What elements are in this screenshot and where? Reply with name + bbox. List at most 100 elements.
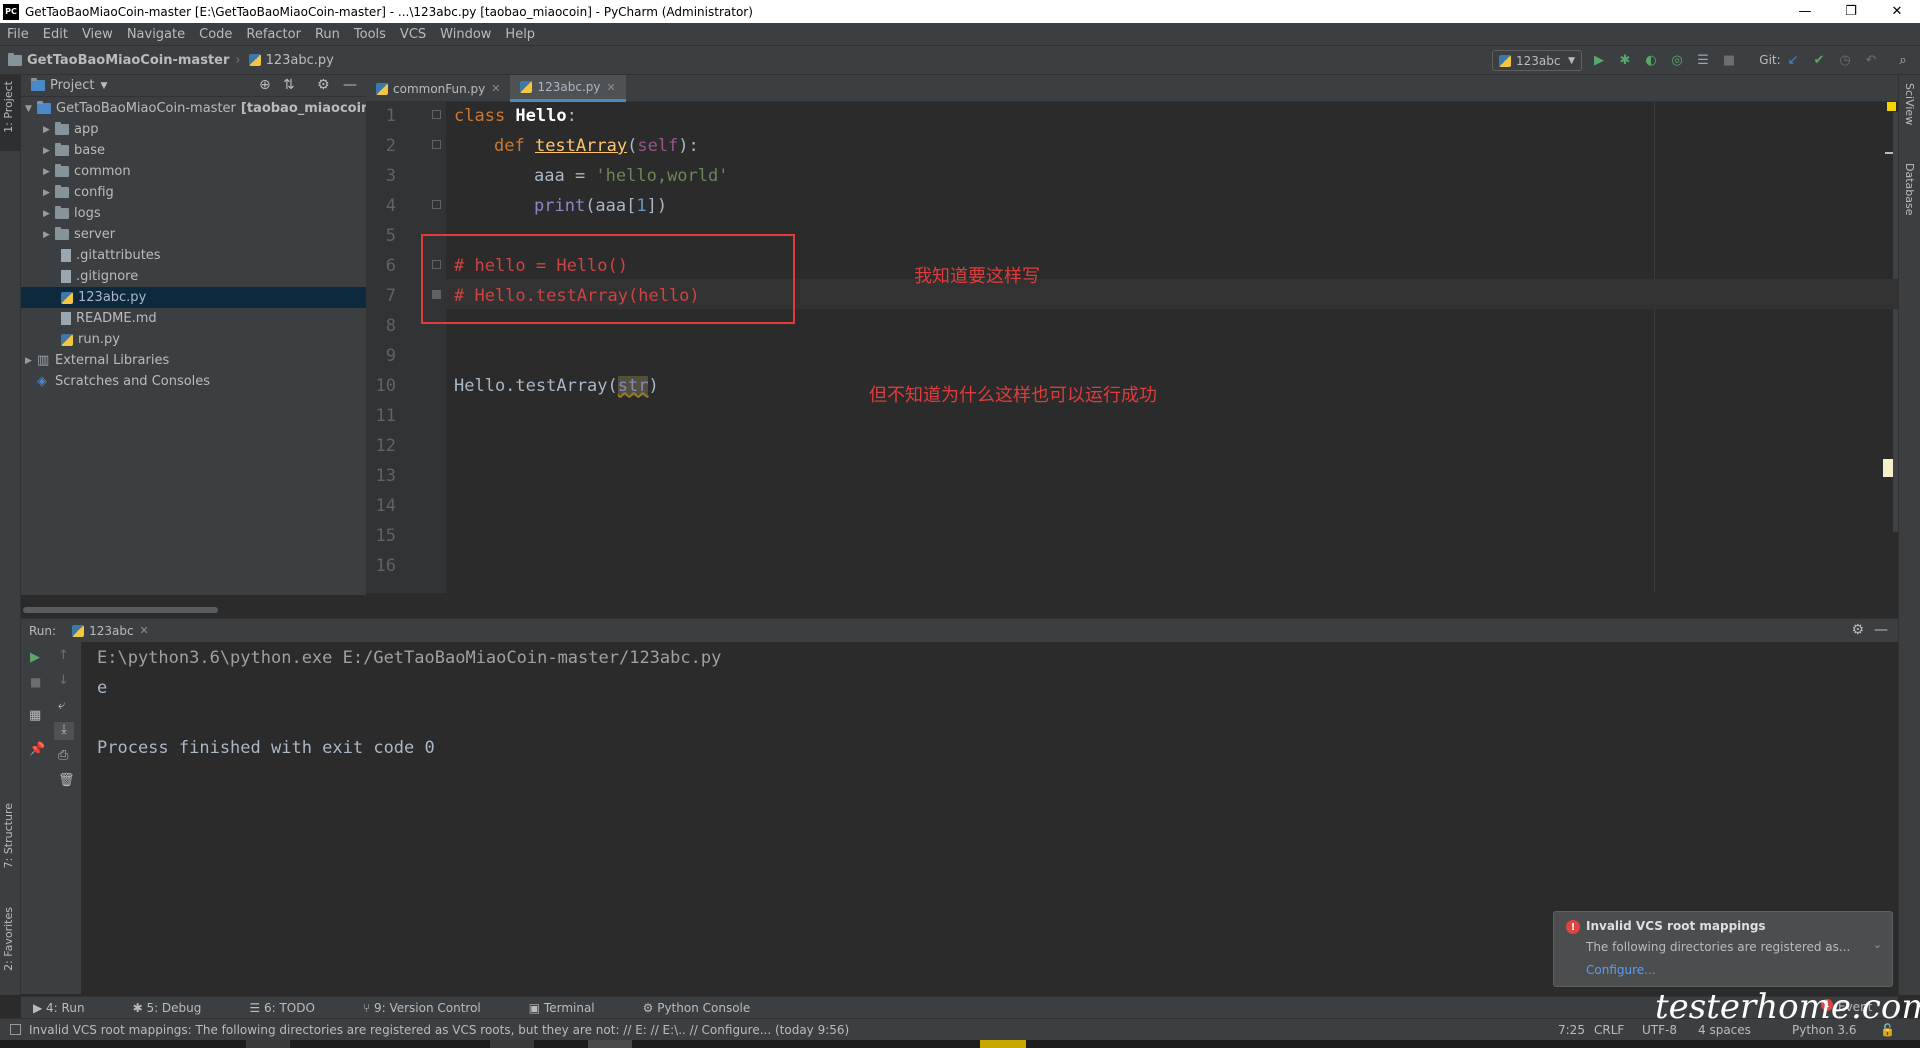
menu-tools[interactable]: Tools (347, 27, 393, 42)
configure-link[interactable]: Configure... (1586, 963, 1656, 977)
bottom-tab-todo[interactable]: ☰ 6: TODO (249, 1001, 339, 1015)
close-tab-icon[interactable]: ✕ (491, 82, 500, 95)
debug-icon[interactable]: ✱ (1617, 52, 1633, 68)
print-icon[interactable]: ⎙ (58, 748, 68, 763)
tree-item-config[interactable]: ▶ config (43, 182, 114, 203)
taskbar-item[interactable] (490, 1040, 534, 1048)
title-bar: PC GetTaoBaoMiaoCoin-master [E:\GetTaoBa… (0, 0, 1920, 23)
down-arrow-icon[interactable]: ↓ (58, 673, 69, 688)
tree-item-external-libraries[interactable]: ▶ ▥ External Libraries (25, 350, 169, 371)
concurrency-icon[interactable]: ☰ (1695, 52, 1711, 68)
tree-item-123abc[interactable]: 123abc.py (21, 287, 366, 308)
menu-code[interactable]: Code (192, 27, 239, 42)
run-config-select[interactable]: 123abc ▼ (1492, 50, 1582, 71)
tree-item-logs[interactable]: ▶ logs (43, 203, 101, 224)
minimize-icon[interactable]: — (1782, 0, 1828, 23)
taskbar-item[interactable] (246, 1040, 290, 1048)
tree-item-run[interactable]: run.py (61, 329, 120, 350)
warning-indicator-icon[interactable] (1887, 102, 1896, 111)
chevron-down-icon[interactable]: ⌄ (1873, 938, 1882, 951)
tool-tab-structure[interactable]: 7: Structure (2, 803, 15, 868)
fold-icon[interactable] (432, 140, 441, 149)
builtin-function: print (534, 196, 586, 216)
menu-help[interactable]: Help (498, 27, 542, 42)
breadcrumb-file-label: 123abc.py (265, 52, 334, 68)
punct: ): (678, 136, 699, 156)
chevron-down-icon[interactable]: ▼ (100, 81, 107, 91)
fold-icon[interactable] (432, 110, 441, 119)
hide-panel-icon[interactable]: — (1874, 622, 1888, 638)
bottom-tab-terminal[interactable]: ▣ Terminal (529, 1001, 619, 1015)
stop-icon[interactable]: ■ (30, 675, 41, 689)
tab-123abc[interactable]: 123abc.py ✕ (510, 75, 626, 102)
tree-item-gitignore[interactable]: .gitignore (61, 266, 138, 287)
bottom-tab-version-control[interactable]: ⑂ 9: Version Control (363, 1001, 505, 1015)
stop-icon[interactable]: ■ (1721, 52, 1737, 68)
horizontal-scrollbar[interactable] (23, 607, 218, 613)
vertical-scrollbar[interactable] (1893, 112, 1898, 532)
rerun-icon[interactable]: ▶ (30, 650, 40, 665)
coverage-icon[interactable]: ◐ (1643, 52, 1659, 68)
restore-icon[interactable]: ❐ (1828, 0, 1874, 23)
layout-icon[interactable]: ▦ (29, 708, 41, 723)
tool-tab-favorites[interactable]: 2: Favorites (2, 907, 15, 971)
vcs-update-icon[interactable]: ↙ (1785, 52, 1801, 68)
tool-tab-sciview[interactable]: SciView (1903, 83, 1916, 125)
status-message[interactable]: Invalid VCS root mappings: The following… (29, 1023, 849, 1037)
close-tab-icon[interactable]: ✕ (607, 81, 616, 94)
collapse-all-icon[interactable]: ⇅ (283, 77, 295, 93)
menu-navigate[interactable]: Navigate (120, 27, 192, 42)
pin-icon[interactable]: 📌 (29, 742, 45, 757)
scroll-to-end-icon[interactable]: ⤓ (54, 722, 74, 740)
tree-item-server[interactable]: ▶ server (43, 224, 115, 245)
profile-icon[interactable]: ◎ (1669, 52, 1685, 68)
vcs-commit-icon[interactable]: ✔ (1811, 52, 1827, 68)
bottom-tab-run[interactable]: ▶ 4: Run (33, 1001, 109, 1015)
bottom-tab-python-console[interactable]: ⚙ Python Console (643, 1001, 775, 1015)
tool-tab-project[interactable]: 1: Project (2, 81, 15, 133)
tree-item-base[interactable]: ▶ base (43, 140, 105, 161)
gear-icon[interactable]: ⚙ (317, 77, 330, 93)
trash-icon[interactable]: 🗑 (58, 773, 75, 788)
close-icon[interactable]: ✕ (1874, 0, 1920, 23)
vcs-notification[interactable]: ! Invalid VCS root mappings The followin… (1553, 911, 1893, 987)
tool-tab-database[interactable]: Database (1903, 163, 1916, 216)
tree-root[interactable]: ▼ GetTaoBaoMiaoCoin-master [taobao_miaoc… (25, 98, 396, 119)
taskbar-item[interactable] (588, 1040, 632, 1048)
tree-item-app[interactable]: ▶ app (43, 119, 98, 140)
menu-file[interactable]: File (0, 27, 36, 42)
menu-refactor[interactable]: Refactor (239, 27, 308, 42)
tree-item-gitattributes[interactable]: .gitattributes (61, 245, 161, 266)
breadcrumb-file[interactable]: 123abc.py (248, 52, 334, 68)
up-arrow-icon[interactable]: ↑ (58, 648, 69, 663)
menu-view[interactable]: View (75, 27, 120, 42)
tree-item-scratches[interactable]: ◈ Scratches and Consoles (37, 371, 210, 392)
project-panel-title[interactable]: Project (50, 78, 94, 93)
string-literal: 'hello,world' (595, 166, 729, 186)
run-icon[interactable]: ▶ (1591, 52, 1607, 68)
locate-icon[interactable]: ⊕ (259, 77, 271, 93)
tree-item-readme[interactable]: README.md (61, 308, 157, 329)
status-toggle-icon[interactable] (10, 1024, 21, 1035)
close-tab-icon[interactable]: ✕ (140, 624, 149, 637)
fold-icon[interactable] (432, 200, 441, 209)
run-tab-123abc[interactable]: 123abc ✕ (72, 624, 149, 638)
tree-item-common[interactable]: ▶ common (43, 161, 131, 182)
menu-run[interactable]: Run (308, 27, 347, 42)
menu-vcs[interactable]: VCS (393, 27, 433, 42)
tab-commonfun[interactable]: commonFun.py ✕ (366, 75, 510, 102)
breadcrumb-project[interactable]: GetTaoBaoMiaoCoin-master (8, 52, 229, 68)
menu-window[interactable]: Window (433, 27, 498, 42)
gear-icon[interactable]: ⚙ (1851, 622, 1864, 638)
window-title: GetTaoBaoMiaoCoin-master [E:\GetTaoBaoMi… (25, 4, 753, 19)
line-separator[interactable]: CRLF (1594, 1023, 1624, 1037)
cursor-position[interactable]: 7:25 (1558, 1023, 1585, 1037)
soft-wrap-icon[interactable]: ⤶ (58, 698, 65, 713)
hide-panel-icon[interactable]: — (343, 77, 357, 93)
search-icon[interactable]: ⌕ (1895, 52, 1911, 68)
vcs-history-icon[interactable]: ◷ (1837, 52, 1853, 68)
menu-edit[interactable]: Edit (36, 27, 75, 42)
taskbar-item[interactable] (980, 1040, 1026, 1048)
vcs-revert-icon[interactable]: ↶ (1863, 52, 1879, 68)
bottom-tab-debug[interactable]: ✱ 5: Debug (133, 1001, 226, 1015)
